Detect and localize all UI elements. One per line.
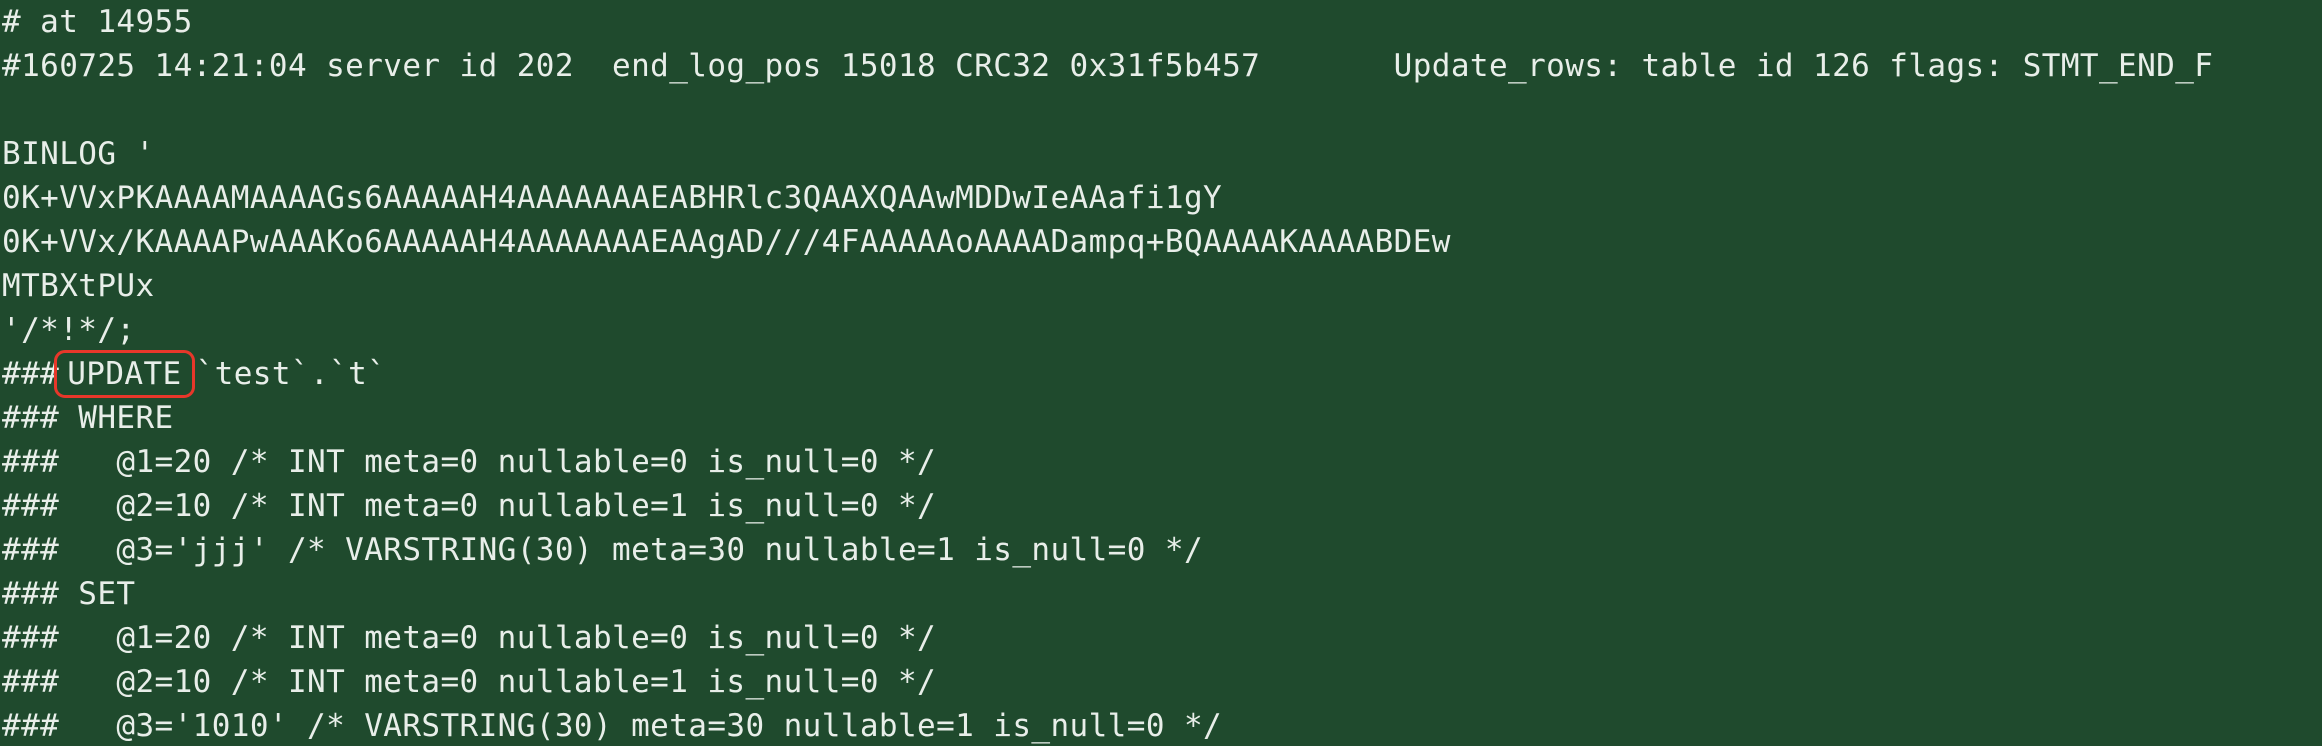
log-line: # at 14955 [2, 4, 193, 40]
log-line: ### WHERE [2, 400, 174, 436]
line-prefix: ### [2, 356, 60, 392]
log-line: ### @2=10 /* INT meta=0 nullable=1 is_nu… [2, 664, 937, 700]
terminal-output: # at 14955 #160725 14:21:04 server id 20… [0, 0, 2322, 746]
update-highlight-box: UPDATE [54, 350, 195, 398]
log-line: 0K+VVx/KAAAAPwAAAKo6AAAAAH4AAAAAAAEAAgAD… [2, 224, 1451, 260]
log-line: 0K+VVxPKAAAAMAAAAGs6AAAAAH4AAAAAAAEABHRl… [2, 180, 1223, 216]
log-line: MTBXtPUx [2, 268, 155, 304]
log-line: '/*!*/; [2, 312, 136, 348]
log-line: ### SET [2, 576, 136, 612]
log-line-update: ### UPDATE `test`.`t` [2, 350, 2322, 398]
log-line: BINLOG ' [2, 136, 155, 172]
log-line: ### @2=10 /* INT meta=0 nullable=1 is_nu… [2, 488, 937, 524]
log-line-blank [2, 88, 2322, 132]
log-line: ### @1=20 /* INT meta=0 nullable=0 is_nu… [2, 444, 937, 480]
log-line: ### @3='1010' /* VARSTRING(30) meta=30 n… [2, 708, 1223, 744]
log-line: ### @3='jjj' /* VARSTRING(30) meta=30 nu… [2, 532, 1204, 568]
log-line: #160725 14:21:04 server id 202 end_log_p… [2, 48, 2214, 84]
line-suffix: `test`.`t` [195, 356, 387, 392]
log-line: ### @1=20 /* INT meta=0 nullable=0 is_nu… [2, 620, 937, 656]
